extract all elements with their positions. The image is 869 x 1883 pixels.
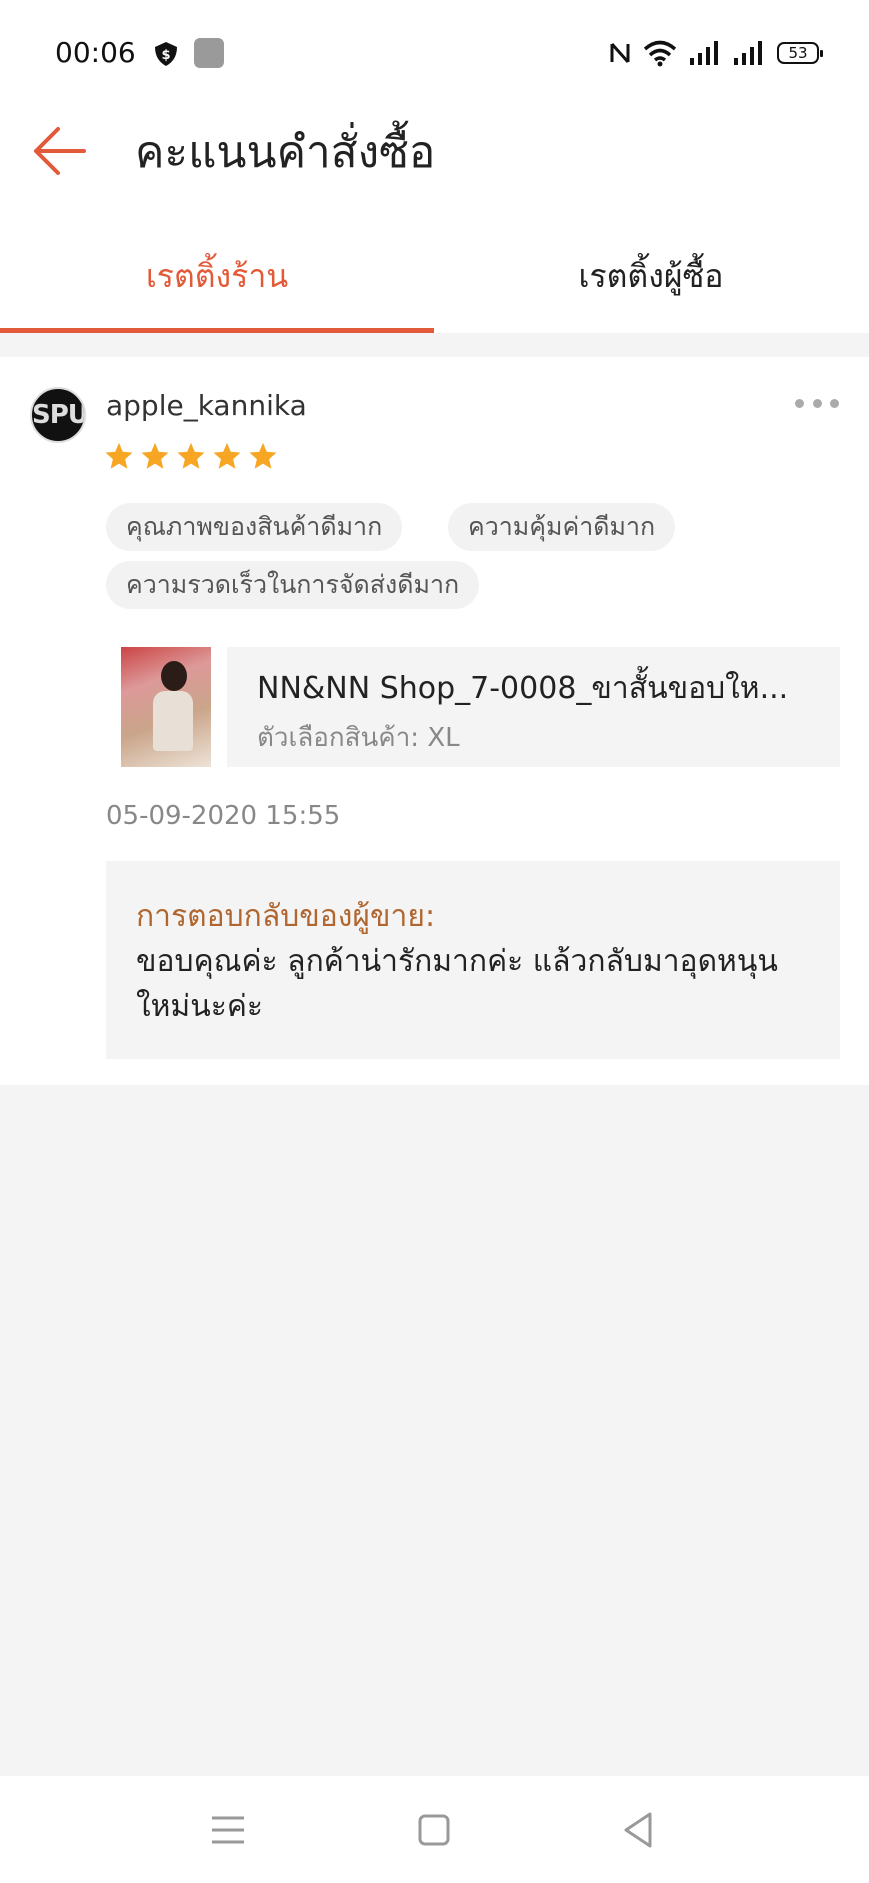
star-icon (213, 442, 241, 469)
review-date: 05-09-2020 15:55 (106, 801, 341, 831)
star-icon (177, 442, 205, 469)
battery-icon: 53 (777, 42, 823, 64)
tab-shop-rating[interactable]: เรตติ้งร้าน (0, 220, 434, 333)
menu-icon[interactable] (200, 1802, 256, 1858)
review-tag: ความรวดเร็วในการจัดส่งดีมาก (106, 561, 480, 609)
product-name: NN&NN Shop_7-0008_ขาสั้นขอบให... (257, 671, 789, 706)
star-icon (141, 442, 169, 469)
star-icon (105, 442, 133, 469)
system-nav-bar (0, 1776, 869, 1883)
signal-icon (690, 41, 718, 65)
star-rating (104, 441, 278, 471)
reviewer-username: apple_kannika (106, 389, 307, 422)
review-card: SPU apple_kannika คุณภาพของสินค้าดีมาก ค… (0, 357, 869, 1085)
product-info[interactable]: NN&NN Shop_7-0008_ขาสั้นขอบให... ตัวเลือ… (227, 647, 840, 767)
shield-dollar-icon: $ (155, 42, 177, 66)
rating-tabs: เรตติ้งร้าน เรตติ้งผู้ซื้อ (0, 220, 869, 333)
page-title: คะแนนคำสั่งซื้อ (135, 127, 436, 178)
more-options-icon[interactable] (795, 393, 839, 413)
status-time: 00:06 (55, 36, 136, 69)
app-notification-icon (194, 38, 224, 68)
app-header: คะแนนคำสั่งซื้อ (0, 105, 869, 220)
review-tag: คุณภาพของสินค้าดีมาก (106, 503, 403, 551)
product-variant: ตัวเลือกสินค้า: XL (257, 723, 460, 753)
status-bar: 00:06 $ 53 (0, 0, 869, 105)
seller-reply: การตอบกลับของผู้ขาย: ขอบคุณค่ะ ลูกค้าน่า… (106, 861, 840, 1059)
active-tab-indicator (0, 328, 434, 333)
wifi-icon (643, 40, 677, 67)
status-icons: 53 (609, 36, 823, 70)
home-icon[interactable] (406, 1802, 462, 1858)
review-tag: ความคุ้มค่าดีมาก (448, 503, 676, 551)
nfc-icon (610, 43, 630, 63)
seller-reply-text: ขอบคุณค่ะ ลูกค้าน่ารักมากค่ะ แล้วกลับมาอ… (136, 944, 778, 1024)
svg-text:$: $ (161, 48, 170, 63)
seller-reply-label: การตอบกลับของผู้ขาย: (136, 899, 436, 934)
product-thumbnail[interactable] (121, 647, 211, 767)
star-icon (249, 442, 277, 469)
back-arrow-icon[interactable] (30, 123, 90, 179)
back-triangle-icon[interactable] (612, 1802, 668, 1858)
product-item[interactable]: NN&NN Shop_7-0008_ขาสั้นขอบให... ตัวเลือ… (121, 647, 840, 767)
avatar[interactable]: SPU (30, 387, 86, 443)
signal-icon-2 (734, 41, 762, 65)
tab-buyer-rating[interactable]: เรตติ้งผู้ซื้อ (434, 220, 868, 333)
